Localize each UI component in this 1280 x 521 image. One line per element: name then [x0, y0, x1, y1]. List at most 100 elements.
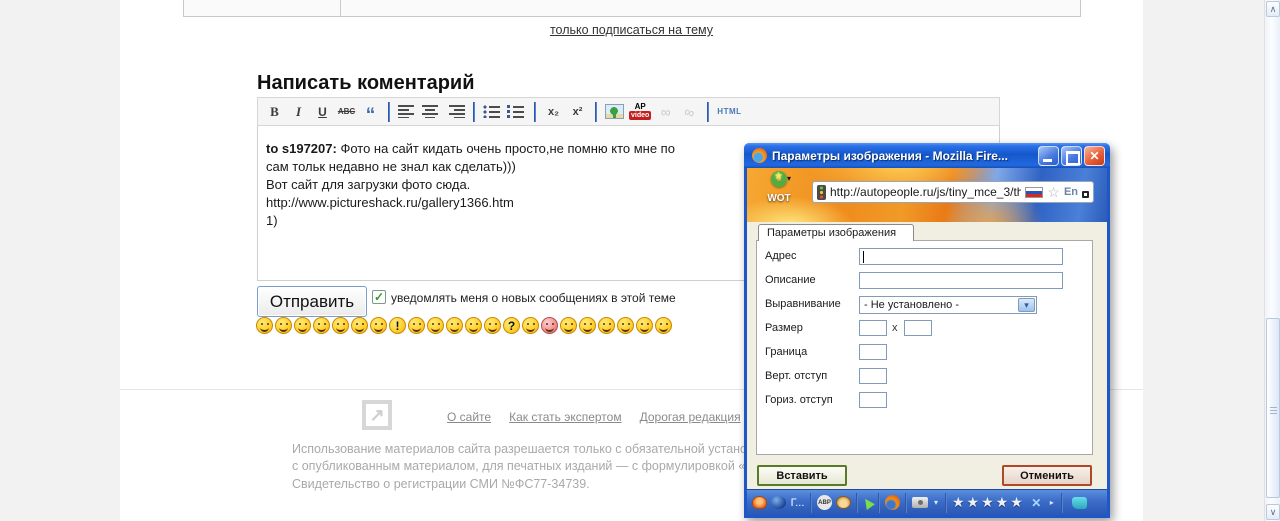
vertical-scrollbar[interactable]: ∧ ∨ [1264, 0, 1280, 521]
scroll-down-button[interactable]: ∨ [1266, 504, 1280, 520]
page: только подписаться на тему Написать коме… [0, 0, 1280, 521]
smiley-smile[interactable] [446, 317, 463, 334]
rating-stars-icon[interactable]: ★★★★★ [952, 493, 1025, 513]
smiley-cry[interactable] [332, 317, 349, 334]
expand-caret-icon[interactable]: ▸ [1048, 493, 1056, 513]
smiley-devil-grin[interactable] [636, 317, 653, 334]
lock-icon [1082, 190, 1089, 198]
vspace-field[interactable] [859, 368, 887, 384]
subscript-icon[interactable]: x₂ [544, 102, 563, 122]
smiley-question[interactable]: ? [503, 317, 520, 334]
text-caret [863, 251, 864, 263]
keyboard-layout-label: En [1063, 186, 1078, 198]
height-field[interactable] [904, 320, 932, 336]
image-properties-window: Параметры изображения - Mozilla Fire... … [744, 143, 1110, 518]
smiley-biggrin[interactable] [598, 317, 615, 334]
smiley-worried[interactable] [579, 317, 596, 334]
border-field[interactable] [859, 344, 887, 360]
ap-video-icon[interactable]: AP video [629, 102, 652, 122]
subscribe-link[interactable]: только подписаться на тему [550, 23, 713, 37]
bold-icon[interactable]: B [265, 102, 284, 122]
scrollbar-thumb[interactable] [1266, 318, 1280, 498]
notify-checkbox[interactable]: ✓ [372, 290, 386, 304]
wot-button[interactable]: ★ ▾ WOT [759, 171, 799, 204]
footer-link[interactable]: Как стать экспертом [509, 410, 621, 424]
close-button[interactable]: ✕ [1084, 145, 1105, 166]
footer-link[interactable]: О сайте [447, 410, 491, 424]
minimize-button[interactable] [1038, 145, 1059, 166]
smiley-cool[interactable] [313, 317, 330, 334]
scroll-up-button[interactable]: ∧ [1266, 1, 1280, 17]
chevron-down-icon: ▾ [1024, 299, 1029, 310]
size-separator: x [892, 322, 898, 334]
wot-icon: ★ ▾ [771, 171, 791, 187]
tab-image-properties[interactable]: Параметры изображения [758, 224, 914, 241]
smiley-blush[interactable] [541, 317, 558, 334]
window-title: Параметры изображения - Mozilla Fire... [772, 148, 1008, 163]
firefox-addon-icon[interactable] [885, 495, 900, 510]
smiley-mad[interactable] [465, 317, 482, 334]
cancel-button[interactable]: Отменить [1002, 465, 1092, 486]
insert-image-icon[interactable] [605, 104, 624, 119]
globe-icon[interactable] [771, 496, 786, 509]
smiley-laugh[interactable] [256, 317, 273, 334]
address-field[interactable] [859, 248, 1063, 265]
screenshot-icon[interactable] [912, 497, 928, 508]
maximize-button[interactable] [1061, 145, 1082, 166]
alignment-select[interactable]: - Не установлено - ▾ [859, 296, 1037, 314]
bookmark-star-icon[interactable]: ☆ [1047, 185, 1060, 199]
smiley-shocked[interactable] [351, 317, 368, 334]
cursor-icon[interactable] [861, 495, 875, 510]
adblock-icon[interactable]: ABP [817, 495, 832, 510]
subscribe-row: только подписаться на тему [120, 21, 1143, 39]
logo-arrow-icon: ↗ [369, 405, 385, 425]
smiley-tongue-out[interactable] [617, 317, 634, 334]
site-logo[interactable]: ↗ [362, 400, 392, 430]
smiley-exclamation[interactable]: ! [389, 317, 406, 334]
link-icon[interactable]: ∞ [656, 102, 675, 122]
numbered-list-icon[interactable] [507, 105, 526, 118]
emoticon-row: !? [256, 317, 672, 334]
bullet-list-icon[interactable] [483, 105, 502, 118]
underline-icon[interactable]: U [313, 102, 332, 122]
insert-button[interactable]: Вставить [757, 465, 847, 486]
dropdown-caret-icon[interactable]: ▾ [932, 493, 940, 513]
x-mark-icon[interactable]: ✕ [1029, 493, 1044, 513]
smiley-rolleyes[interactable] [560, 317, 577, 334]
table-cell [183, 0, 341, 17]
smiley-idea[interactable] [427, 317, 444, 334]
address-label: Адрес [765, 250, 797, 262]
unlink-icon[interactable]: ∞ [678, 99, 702, 124]
smiley-frown[interactable] [408, 317, 425, 334]
smiley-smirk[interactable] [484, 317, 501, 334]
statusbar-text[interactable]: Г... [790, 493, 805, 513]
smiley-tongue[interactable] [294, 317, 311, 334]
traffic-light-icon [817, 184, 826, 200]
description-label: Описание [765, 274, 816, 286]
greasemonkey-icon[interactable] [836, 496, 851, 509]
address-bar[interactable]: http://autopeople.ru/js/tiny_mce_3/ther … [812, 181, 1094, 203]
smiley-laugh-tongue[interactable] [522, 317, 539, 334]
footer-link[interactable]: Дорогая редакция [640, 410, 741, 424]
superscript-icon[interactable]: x² [568, 102, 587, 122]
foxyproxy-icon[interactable] [752, 496, 767, 509]
align-right-icon[interactable] [446, 105, 465, 118]
window-titlebar[interactable]: Параметры изображения - Mozilla Fire... … [744, 143, 1110, 168]
italic-icon[interactable]: I [289, 102, 308, 122]
icon-sub-label: video [629, 111, 652, 120]
smiley-angry-devil[interactable] [370, 317, 387, 334]
blockquote-icon[interactable]: “ [361, 102, 380, 125]
hspace-field[interactable] [859, 392, 887, 408]
strikethrough-icon[interactable]: ABC [337, 102, 356, 122]
chat-icon[interactable] [1071, 496, 1087, 509]
description-field[interactable] [859, 272, 1063, 289]
width-field[interactable] [859, 320, 887, 336]
smiley-grin[interactable] [275, 317, 292, 334]
smiley-wink[interactable] [655, 317, 672, 334]
dropdown-button[interactable]: ▾ [1018, 298, 1035, 312]
footer-links: О сайте Как стать экспертом Дорогая редакц… [447, 410, 778, 424]
align-left-icon[interactable] [398, 105, 417, 118]
html-icon[interactable]: HTML [717, 102, 741, 122]
send-button[interactable]: Отправить [257, 286, 367, 317]
align-center-icon[interactable] [422, 105, 441, 118]
